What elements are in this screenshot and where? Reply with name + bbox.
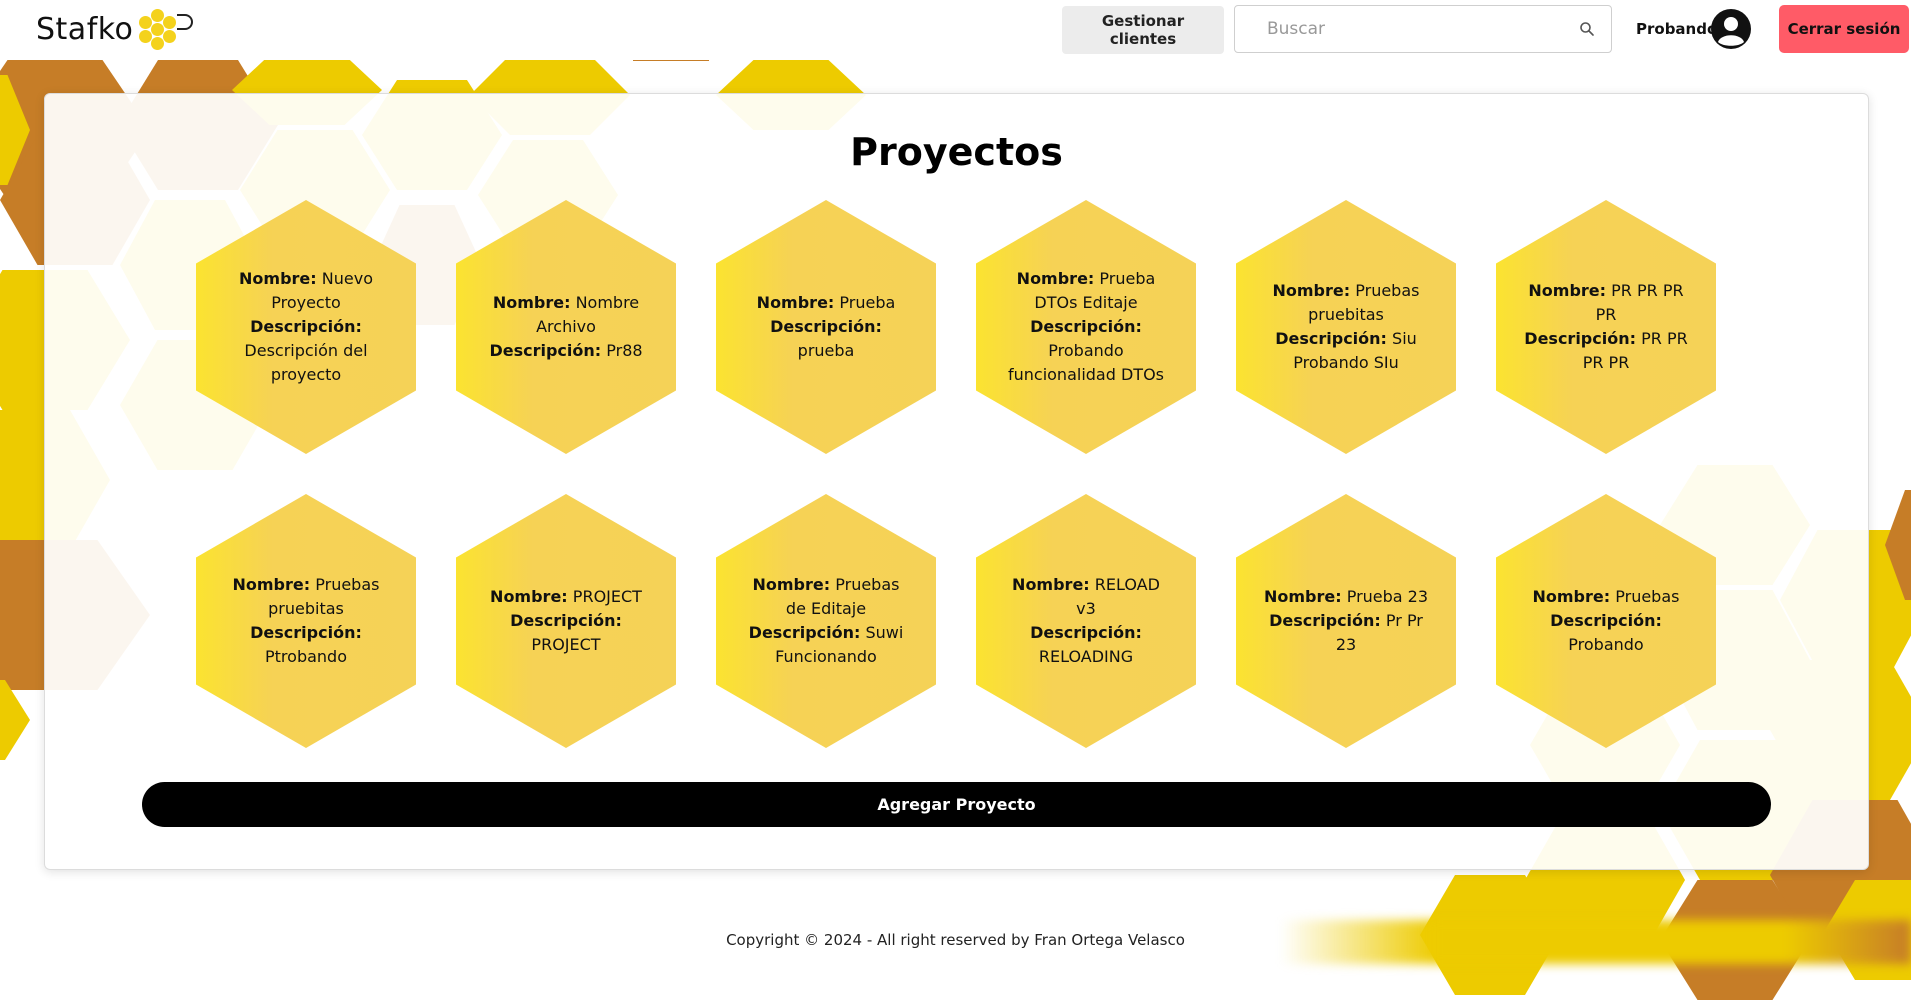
projects-panel: Proyectos Nombre: Nuevo Proyecto Descripc… (44, 93, 1869, 870)
project-name-label: Nombre: (756, 293, 835, 312)
project-name-label: Nombre: (1012, 575, 1090, 594)
project-name-label: Nombre: (1528, 281, 1607, 300)
user-avatar-icon[interactable] (1711, 9, 1751, 49)
project-description: prueba (797, 341, 855, 360)
manage-clients-button[interactable]: Gestionar clientes (1062, 6, 1224, 54)
project-description-label: Descripción: (1524, 329, 1636, 348)
project-name-label: Nombre: (490, 587, 568, 606)
add-project-button[interactable]: Agregar Proyecto (142, 782, 1771, 827)
project-card-text: Nombre: Pruebas pruebitas Descripción: Si… (1261, 279, 1431, 375)
project-card-text: Nombre: Prueba Descripción: prueba (741, 291, 911, 363)
footer-copyright: Copyright © 2024 - All right reserved by… (726, 931, 1185, 949)
project-description-label: Descripción: (250, 623, 362, 642)
project-description-label: Descripción: (489, 341, 602, 360)
project-card[interactable]: Nombre: Nombre Archivo Descripción: Pr88 (456, 200, 676, 454)
logout-button[interactable]: Cerrar sesión (1779, 5, 1909, 53)
project-card[interactable]: Nombre: Pruebas pruebitas Descripción: Si… (1236, 200, 1456, 454)
project-name: Prueba (839, 293, 896, 312)
top-navbar: Stafko Gestionar clientes Probando Cerra… (0, 0, 1911, 60)
project-card-text: Nombre: Prueba DTOs Editaje Descripción: … (1001, 267, 1171, 387)
project-description: Pr88 (606, 341, 643, 360)
project-name-label: Nombre: (1532, 587, 1611, 606)
project-description: PROJECT (531, 635, 601, 654)
project-card[interactable]: Nombre: PR PR PR PR Descripción: PR PR PR… (1496, 200, 1716, 454)
search-icon[interactable] (1579, 21, 1595, 37)
project-name-label: Nombre: (752, 575, 831, 594)
project-description-label: Descripción: (250, 317, 362, 336)
project-card-text: Nombre: PROJECT Descripción: PROJECT (481, 585, 651, 657)
project-card[interactable]: Nombre: Pruebas pruebitas Descripción: Pt… (196, 494, 416, 748)
project-card[interactable]: Nombre: Pruebas de Editaje Descripción: S… (716, 494, 936, 748)
user-name: Probando (1636, 20, 1718, 38)
project-description-label: Descripción: (1030, 623, 1142, 642)
project-name: Prueba 23 (1346, 587, 1429, 606)
search-box (1234, 5, 1612, 53)
project-card[interactable]: Nombre: Nuevo Proyecto Descripción: Descr… (196, 200, 416, 454)
project-card[interactable]: Nombre: Prueba DTOs Editaje Descripción: … (976, 200, 1196, 454)
project-name: Pruebas (1615, 587, 1680, 606)
project-description-label: Descripción: (1030, 317, 1142, 336)
project-card-text: Nombre: Pruebas de Editaje Descripción: S… (741, 573, 911, 669)
project-card[interactable]: Nombre: Prueba Descripción: prueba (716, 200, 936, 454)
project-name-label: Nombre: (239, 269, 317, 288)
project-name-label: Nombre: (492, 293, 571, 312)
project-card-text: Nombre: Prueba 23 Descripción: Pr Pr 23 (1261, 585, 1431, 657)
project-card-text: Nombre: Nuevo Proyecto Descripción: Descr… (221, 267, 391, 387)
project-name-label: Nombre: (1016, 269, 1095, 288)
project-card-text: Nombre: Nombre Archivo Descripción: Pr88 (481, 291, 651, 363)
project-name-label: Nombre: (1272, 281, 1351, 300)
project-card[interactable]: Nombre: RELOAD v3 Descripción: RELOADING (976, 494, 1196, 748)
bee-logo-icon (137, 6, 194, 52)
project-description-label: Descripción: (510, 611, 622, 630)
project-description-label: Descripción: (1550, 611, 1662, 630)
project-card-text: Nombre: Pruebas pruebitas Descripción: Pt… (221, 573, 391, 669)
project-description-label: Descripción: (1275, 329, 1387, 348)
project-description-label: Descripción: (1269, 611, 1381, 630)
project-name-label: Nombre: (1263, 587, 1342, 606)
project-card[interactable]: Nombre: PROJECT Descripción: PROJECT (456, 494, 676, 748)
project-card-text: Nombre: Pruebas Descripción: Probando (1521, 585, 1691, 657)
page-title: Proyectos (850, 130, 1063, 174)
project-card[interactable]: Nombre: Pruebas Descripción: Probando (1496, 494, 1716, 748)
search-input[interactable] (1235, 6, 1587, 52)
project-card[interactable]: Nombre: Prueba 23 Descripción: Pr Pr 23 (1236, 494, 1456, 748)
project-description: Probando funcionalidad DTOs (1007, 341, 1164, 384)
project-name-label: Nombre: (232, 575, 311, 594)
project-name: PROJECT (572, 587, 642, 606)
logo[interactable]: Stafko (36, 6, 194, 52)
project-card-text: Nombre: RELOAD v3 Descripción: RELOADING (1001, 573, 1171, 669)
project-description: Ptrobando (265, 647, 347, 666)
logo-text: Stafko (36, 11, 134, 47)
project-card-text: Nombre: PR PR PR PR Descripción: PR PR PR… (1521, 279, 1691, 375)
project-description: Probando (1568, 635, 1644, 654)
project-name: PR PR PR PR (1595, 281, 1684, 324)
project-description: RELOADING (1038, 647, 1134, 666)
project-description-label: Descripción: (748, 623, 861, 642)
project-description: Descripción del proyecto (244, 341, 368, 384)
project-description-label: Descripción: (770, 317, 882, 336)
